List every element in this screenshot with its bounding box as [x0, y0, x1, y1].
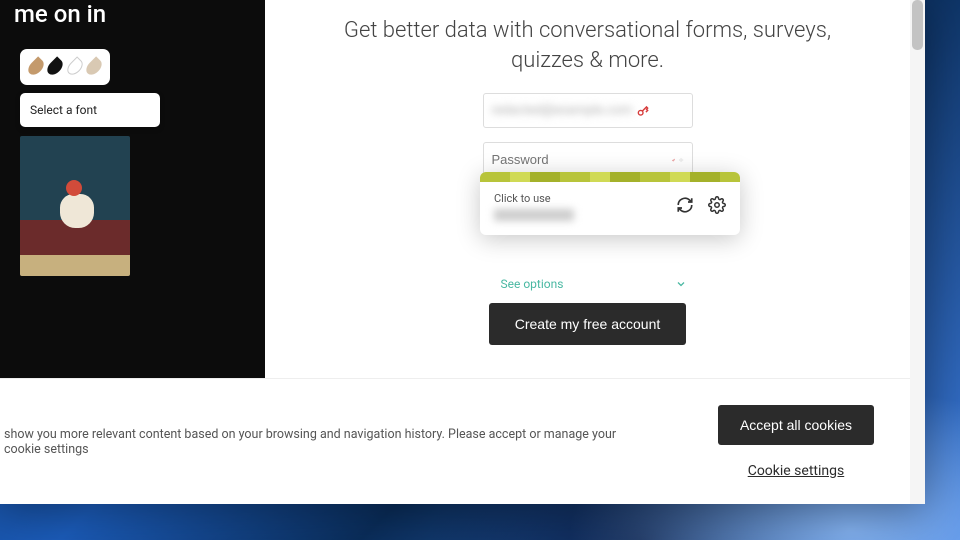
eye-icon[interactable] [679, 152, 683, 168]
accept-cookies-button[interactable]: Accept all cookies [718, 405, 874, 445]
password-manager-hint: Click to use [494, 192, 666, 205]
vertical-scrollbar[interactable] [910, 0, 925, 504]
vase-graphic [60, 194, 94, 228]
browser-content-window: me on in Select a font Get better data w… [0, 0, 925, 504]
key-icon[interactable] [672, 153, 676, 167]
scrollbar-thumb[interactable] [912, 0, 923, 50]
key-icon[interactable] [636, 104, 650, 118]
marketing-sidebar: me on in Select a font [0, 0, 265, 378]
refresh-icon[interactable] [676, 196, 694, 214]
cookie-message: show you more relevant content based on … [0, 427, 640, 457]
cookie-consent-bar: show you more relevant content based on … [0, 378, 910, 504]
email-value-blurred: redacted@example.com [492, 103, 633, 118]
marketing-headline: me on in [0, 0, 265, 29]
flower-graphic [66, 180, 82, 196]
password-manager-suggestion-blurred[interactable] [494, 209, 574, 221]
signup-headline: Get better data with conversational form… [344, 16, 831, 75]
chevron-down-icon [675, 278, 687, 290]
color-swatch-row[interactable] [20, 49, 110, 85]
cookie-settings-link[interactable]: Cookie settings [748, 463, 845, 479]
swatch-1[interactable] [25, 56, 46, 77]
font-select[interactable]: Select a font [20, 93, 160, 127]
see-options-toggle[interactable]: See options [483, 277, 693, 291]
swatch-3[interactable] [64, 56, 85, 77]
password-input[interactable] [492, 152, 668, 167]
password-manager-popup[interactable]: Click to use [480, 172, 740, 235]
gear-icon[interactable] [708, 196, 726, 214]
template-preview-image [20, 136, 130, 276]
see-options-label: See options [501, 277, 564, 291]
font-select-label: Select a font [30, 103, 97, 117]
swatch-4[interactable] [84, 56, 105, 77]
email-field-wrapper[interactable]: redacted@example.com [483, 93, 693, 128]
swatch-2[interactable] [45, 56, 66, 77]
create-account-button[interactable]: Create my free account [489, 303, 687, 345]
password-manager-accent-bar [480, 172, 740, 182]
